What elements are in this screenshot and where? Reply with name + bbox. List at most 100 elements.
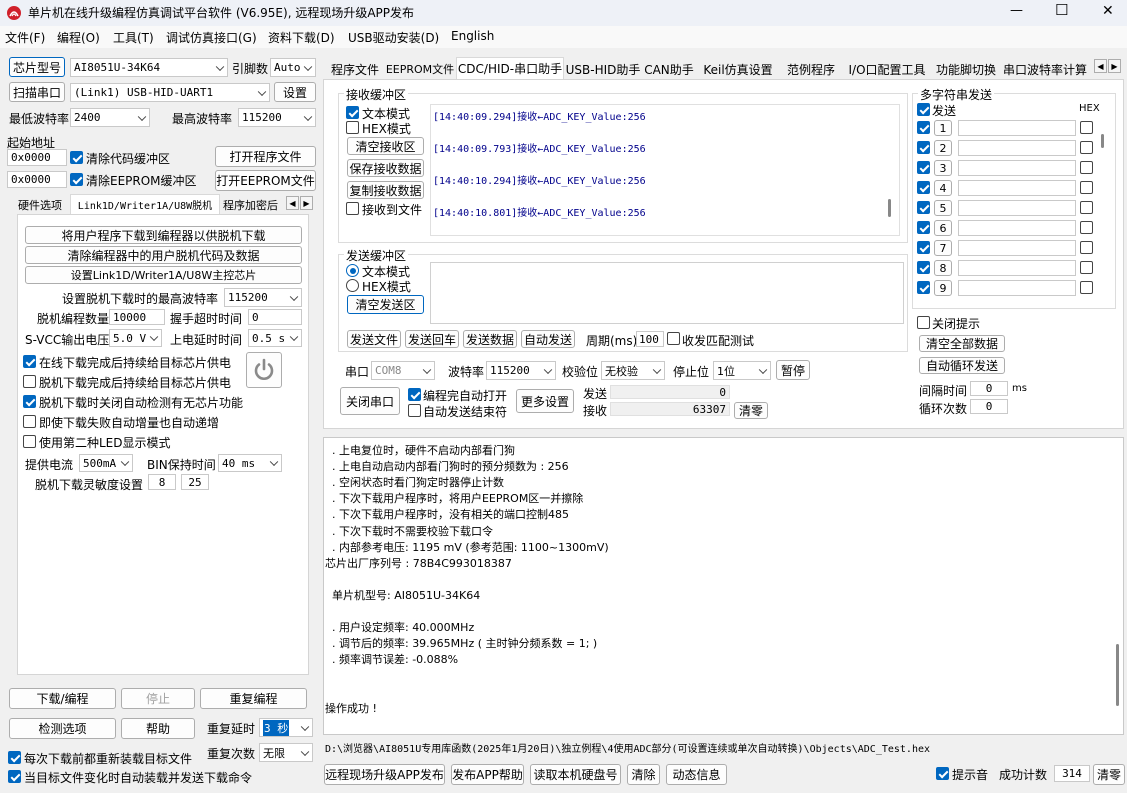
log-scrollbar[interactable] <box>1116 644 1119 706</box>
multi-send-row-hex-checkbox[interactable] <box>1080 281 1093 294</box>
menu-usb-driver[interactable]: USB驱动安装(D) <box>348 29 439 46</box>
scan-port-button[interactable]: 扫描串口 <box>9 82 65 102</box>
multi-send-row-hex-checkbox[interactable] <box>1080 161 1093 174</box>
download-program-button[interactable]: 下载/编程 <box>9 688 116 709</box>
send-textarea[interactable] <box>430 262 904 324</box>
option-checkbox-1[interactable] <box>23 355 36 368</box>
multi-send-row-hex-checkbox[interactable] <box>1080 241 1093 254</box>
auto-open-checkbox[interactable] <box>408 388 421 401</box>
send-cr-button[interactable]: 发送回车 <box>405 330 459 348</box>
clear-all-data-button[interactable]: 清空全部数据 <box>919 335 1005 352</box>
tab-scroll-left-icon[interactable]: ◀ <box>1094 59 1107 73</box>
multi-send-row-hex-checkbox[interactable] <box>1080 121 1093 134</box>
beep-checkbox[interactable] <box>936 767 949 780</box>
multi-send-row-input[interactable] <box>958 260 1076 276</box>
auto-send-button[interactable]: 自动发送 <box>521 330 575 348</box>
clear-log-button[interactable]: 清除 <box>627 764 660 785</box>
repeat-count-select[interactable]: 无限 <box>259 743 313 762</box>
clear-eeprom-checkbox[interactable] <box>70 173 83 186</box>
tab-serial-assistant[interactable]: CDC/HID-串口助手 <box>456 57 564 79</box>
tab-baud-calc[interactable]: 串口波特率计算 <box>1002 59 1094 79</box>
option-checkbox-4[interactable] <box>23 415 36 428</box>
svcc-select[interactable]: 5.0 V <box>109 329 162 347</box>
multi-send-row-button[interactable]: 4 <box>934 180 952 196</box>
multi-send-row-button[interactable]: 1 <box>934 120 952 136</box>
tab-pin-switch[interactable]: 功能脚切换 <box>932 59 1000 79</box>
multi-send-row-checkbox[interactable] <box>917 221 930 234</box>
option-checkbox-2[interactable] <box>23 375 36 388</box>
receive-to-file-checkbox[interactable] <box>346 202 359 215</box>
multi-send-row-button[interactable]: 5 <box>934 200 952 216</box>
clear-send-button[interactable]: 清空发送区 <box>347 295 424 314</box>
minimize-button[interactable]: — <box>1010 3 1023 18</box>
multi-send-row-hex-checkbox[interactable] <box>1080 221 1093 234</box>
tab-program-file[interactable]: 程序文件 <box>326 59 384 79</box>
code-address-input[interactable]: 0x0000 <box>7 149 67 166</box>
multi-send-row-checkbox[interactable] <box>917 161 930 174</box>
pause-button[interactable]: 暂停 <box>776 360 810 380</box>
recv-hex-mode-checkbox[interactable] <box>346 121 359 134</box>
download-to-programmer-button[interactable]: 将用户程序下载到编程器以供脱机下载 <box>25 226 302 244</box>
more-settings-button[interactable]: 更多设置 <box>516 389 574 413</box>
multi-scrollbar[interactable] <box>1101 134 1104 148</box>
tab-keil[interactable]: Keil仿真设置 <box>698 59 778 79</box>
stop-button[interactable]: 停止 <box>121 688 195 709</box>
handshake-timeout-input[interactable]: 0 <box>248 309 302 325</box>
clear-programmer-button[interactable]: 清除编程器中的用户脱机代码及数据 <box>25 246 302 264</box>
baud-select[interactable]: 115200 <box>486 361 556 380</box>
menu-file[interactable]: 文件(F) <box>5 29 45 46</box>
menu-english[interactable]: English <box>451 29 494 43</box>
clear-code-checkbox[interactable] <box>70 151 83 164</box>
repeat-delay-select[interactable]: 3 秒 <box>259 718 313 737</box>
tab-scroll-left-icon[interactable]: ◀ <box>286 196 299 210</box>
offline-baud-select[interactable]: 115200 <box>224 288 302 307</box>
help-button[interactable]: 帮助 <box>121 718 195 739</box>
send-file-button[interactable]: 发送文件 <box>347 330 401 348</box>
open-program-file-button[interactable]: 打开程序文件 <box>215 146 316 167</box>
option-checkbox-3[interactable] <box>23 395 36 408</box>
send-data-button[interactable]: 发送数据 <box>463 330 517 348</box>
save-receive-button[interactable]: 保存接收数据 <box>347 159 424 177</box>
tab-examples[interactable]: 范例程序 <box>780 59 842 79</box>
auto-loop-send-button[interactable]: 自动循环发送 <box>919 357 1005 374</box>
multi-send-row-input[interactable] <box>958 180 1076 196</box>
multi-send-row-input[interactable] <box>958 120 1076 136</box>
multi-send-row-input[interactable] <box>958 280 1076 296</box>
supply-current-select[interactable]: 500mA <box>79 454 133 472</box>
clear-success-button[interactable]: 清零 <box>1093 764 1125 785</box>
menu-tools[interactable]: 工具(T) <box>113 29 154 46</box>
tab-eeprom-file[interactable]: EEPROM文件 <box>386 59 454 79</box>
multi-send-row-hex-checkbox[interactable] <box>1080 141 1093 154</box>
remote-upgrade-button[interactable]: 远程现场升级APP发布 <box>324 764 445 785</box>
open-eeprom-file-button[interactable]: 打开EEPROM文件 <box>215 170 316 191</box>
multi-send-row-input[interactable] <box>958 140 1076 156</box>
min-baud-select[interactable]: 2400 <box>70 108 150 127</box>
menu-debug[interactable]: 调试仿真接口(G) <box>166 29 257 46</box>
multi-send-row-checkbox[interactable] <box>917 181 930 194</box>
menu-program[interactable]: 编程(O) <box>57 29 100 46</box>
bin-hold-select[interactable]: 40 ms <box>218 454 282 472</box>
port-settings-button[interactable]: 设置 <box>274 82 316 102</box>
power-delay-select[interactable]: 0.5 s <box>248 329 302 347</box>
multi-send-row-button[interactable]: 3 <box>934 160 952 176</box>
multi-send-row-button[interactable]: 2 <box>934 140 952 156</box>
period-input[interactable]: 100 <box>636 331 664 347</box>
multi-send-row-checkbox[interactable] <box>917 261 930 274</box>
copy-receive-button[interactable]: 复制接收数据 <box>347 181 424 199</box>
pin-count-select[interactable]: Auto <box>270 58 316 77</box>
stop-bits-select[interactable]: 1位 <box>713 361 771 380</box>
auto-load-checkbox[interactable] <box>8 770 21 783</box>
tab-usb-hid[interactable]: USB-HID助手 <box>566 59 641 79</box>
offline-count-input[interactable]: 10000 <box>109 309 165 325</box>
multi-send-row-checkbox[interactable] <box>917 121 930 134</box>
multi-send-row-input[interactable] <box>958 240 1076 256</box>
tab-io-config[interactable]: I/O口配置工具 <box>844 59 930 79</box>
multi-send-row-checkbox[interactable] <box>917 141 930 154</box>
multi-send-row-hex-checkbox[interactable] <box>1080 201 1093 214</box>
auto-stop-checkbox[interactable] <box>408 404 421 417</box>
chip-model-button[interactable]: 芯片型号 <box>9 57 65 77</box>
port-select[interactable]: (Link1) USB-HID-UART1 <box>70 83 270 102</box>
serial-port-select[interactable]: COM8 <box>371 361 435 380</box>
power-button[interactable] <box>246 352 282 388</box>
close-button[interactable]: ✕ <box>1102 3 1114 19</box>
